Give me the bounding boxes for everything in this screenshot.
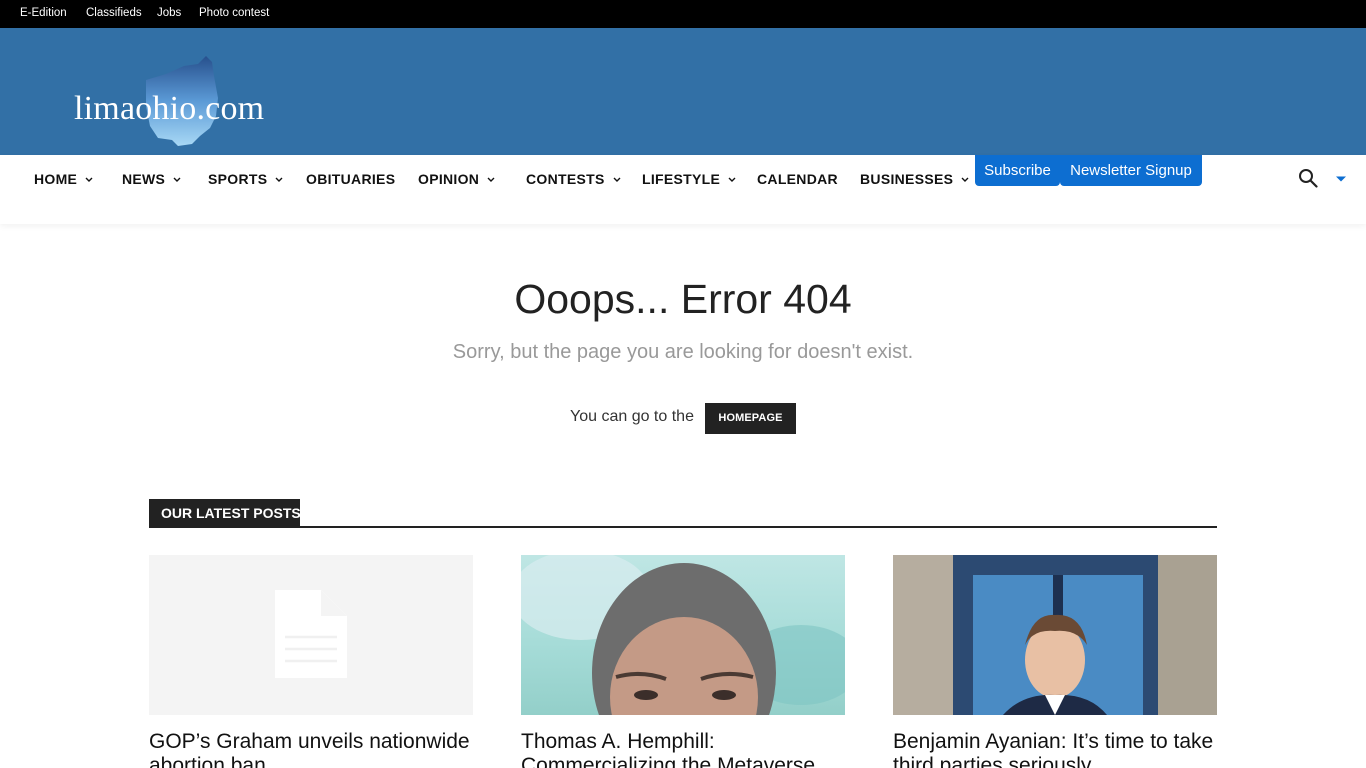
chevron-down-icon	[728, 177, 736, 182]
nav-label: LIFESTYLE	[642, 171, 721, 187]
homepage-button[interactable]: HOMEPAGE	[705, 403, 796, 434]
site-header: limaohio.com	[0, 28, 1366, 155]
post-title-1[interactable]: GOP’s Graham unveils nationwide abortion…	[149, 730, 479, 768]
error-subtitle: Sorry, but the page you are looking for …	[452, 341, 914, 363]
document-icon	[275, 590, 347, 678]
newsletter-signup-button[interactable]: Newsletter Signup	[1060, 155, 1202, 186]
portrait-photo-image	[893, 555, 1217, 715]
chevron-down-icon	[275, 177, 283, 182]
nav-label: SPORTS	[208, 171, 268, 187]
site-logo[interactable]: limaohio.com	[74, 54, 314, 149]
nav-item-lifestyle[interactable]: LIFESTYLE	[642, 171, 736, 187]
topbar-link-photo-contest[interactable]: Photo contest	[199, 7, 269, 19]
section-title: OUR LATEST POSTS	[149, 499, 301, 527]
post-image-portrait-illustration[interactable]	[521, 555, 845, 715]
post-title-3[interactable]: Benjamin Ayanian: It’s time to take thir…	[893, 730, 1223, 768]
chevron-down-icon	[961, 177, 969, 182]
nav-label: OBITUARIES	[306, 171, 396, 187]
caret-down-icon[interactable]	[1335, 175, 1347, 183]
nav-item-obituaries[interactable]: OBITUARIES	[306, 171, 395, 187]
nav-label: NEWS	[122, 171, 166, 187]
nav-item-opinion[interactable]: OPINION	[418, 171, 495, 187]
nav-item-news[interactable]: NEWS	[122, 171, 181, 187]
nav-item-contests[interactable]: CONTESTS	[526, 171, 621, 187]
chevron-down-icon	[613, 177, 621, 182]
error-title: Ooops... Error 404	[514, 276, 852, 322]
top-bar: E-Edition Classifieds Jobs Photo contest	[0, 0, 1366, 28]
nav-label: CALENDAR	[757, 171, 838, 187]
main-nav: HOME NEWS SPORTS OBITUARIES OPINION CONT…	[0, 155, 1366, 224]
subscribe-button[interactable]: Subscribe	[975, 155, 1060, 186]
topbar-link-classifieds[interactable]: Classifieds	[86, 7, 142, 19]
nav-label: CONTESTS	[526, 171, 605, 187]
logo-text: limaohio.com	[74, 90, 265, 127]
nav-item-sports[interactable]: SPORTS	[208, 171, 283, 187]
nav-item-businesses[interactable]: BUSINESSES	[860, 171, 969, 187]
topbar-link-e-edition[interactable]: E-Edition	[20, 7, 67, 19]
goto-text: You can go to the	[570, 408, 694, 425]
nav-label: OPINION	[418, 171, 480, 187]
topbar-link-jobs[interactable]: Jobs	[157, 7, 181, 19]
nav-label: BUSINESSES	[860, 171, 954, 187]
chevron-down-icon	[173, 177, 181, 182]
nav-item-home[interactable]: HOME	[34, 171, 93, 187]
chevron-down-icon	[85, 177, 93, 182]
post-image-portrait-photo[interactable]	[893, 555, 1217, 715]
portrait-illustration-image	[521, 555, 845, 715]
nav-label: HOME	[34, 171, 78, 187]
post-image-placeholder[interactable]	[149, 555, 473, 715]
chevron-down-icon	[487, 177, 495, 182]
post-title-2[interactable]: Thomas A. Hemphill: Commercializing the …	[521, 730, 851, 768]
search-icon[interactable]	[1298, 168, 1318, 188]
section-divider	[149, 526, 1217, 528]
nav-item-calendar[interactable]: CALENDAR	[757, 171, 838, 187]
